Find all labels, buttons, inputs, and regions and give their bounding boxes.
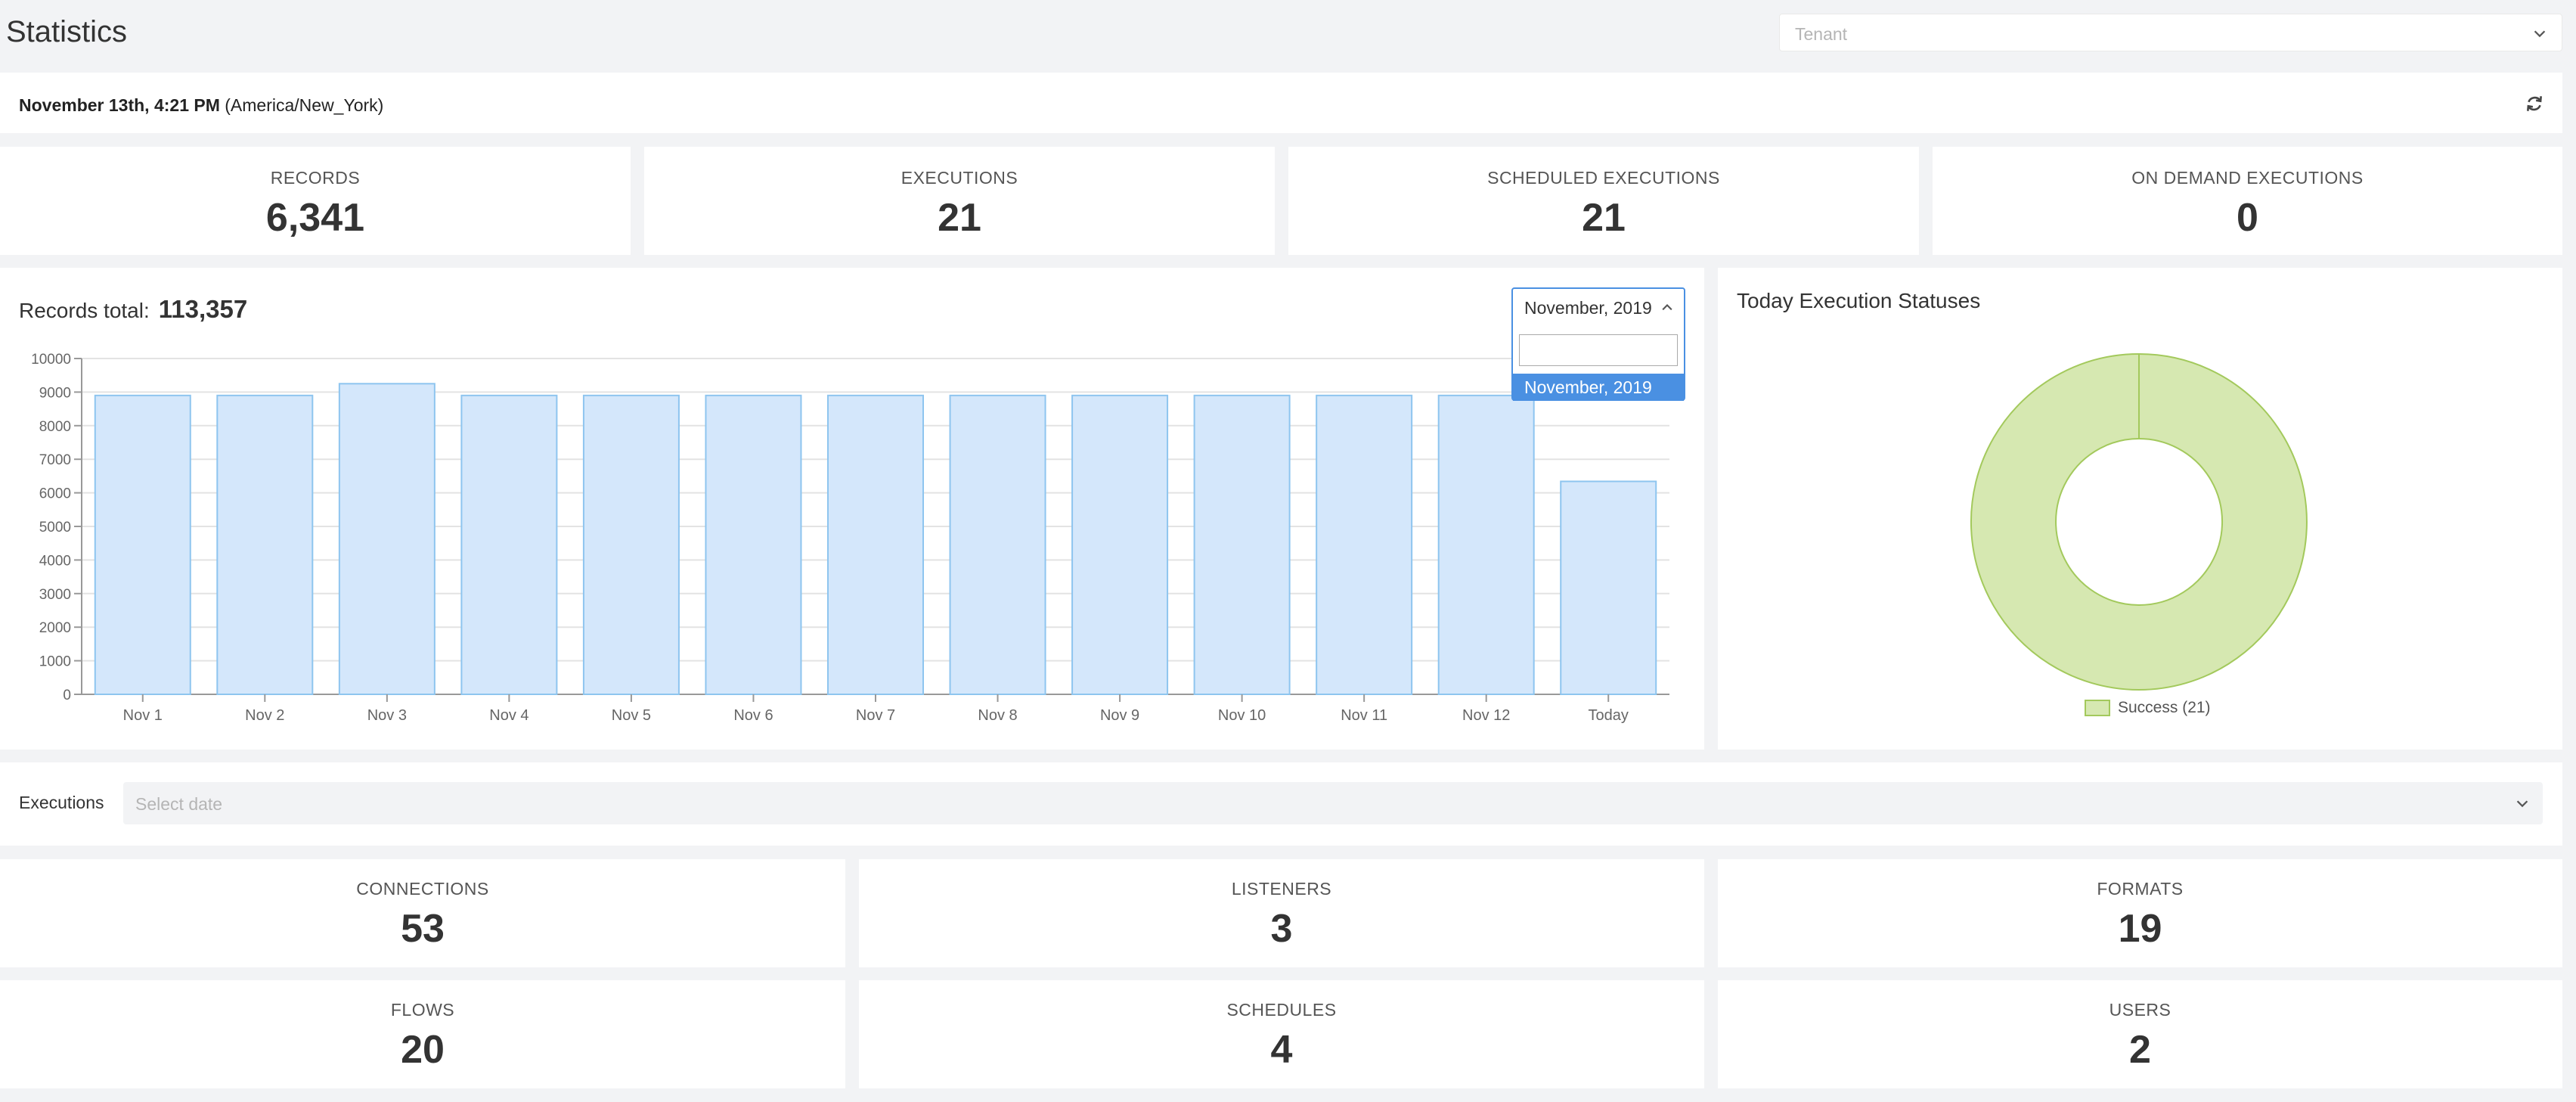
stat-value: 20	[401, 1028, 445, 1072]
bar	[1316, 394, 1413, 695]
records-bar-chart: 0 1000 2000 3000 4000 5000 6000 7000 8000 9000 100…	[31, 352, 1669, 724]
bar	[216, 394, 314, 695]
bar	[827, 394, 924, 695]
y-tick-label: 2000	[39, 620, 71, 636]
stat-label: ON DEMAND EXECUTIONS	[2131, 168, 2364, 188]
executions-date-placeholder: Select date	[135, 794, 223, 814]
x-tick-label: Nov 10	[1218, 707, 1266, 724]
bar	[94, 394, 191, 695]
x-tick-label: Nov 11	[1341, 707, 1387, 724]
bar	[582, 394, 680, 695]
bar	[1560, 480, 1657, 695]
month-search-input[interactable]	[1519, 334, 1678, 366]
stat-users: USERS 2	[1718, 980, 2562, 1088]
y-tick-label: 3000	[39, 587, 71, 603]
x-tick-label: Nov 2	[245, 707, 284, 724]
y-tick-label: 5000	[39, 520, 71, 535]
stat-value: 0	[2237, 196, 2258, 240]
stat-value: 21	[1582, 196, 1626, 240]
stat-label: FLOWS	[390, 1000, 455, 1020]
executions-date-select[interactable]: Select date	[123, 782, 2543, 824]
x-tick-label: Nov 4	[489, 707, 529, 724]
stat-records: RECORDS 6,341	[0, 147, 631, 255]
stat-schedules: SCHEDULES 4	[859, 980, 1704, 1088]
y-tick-label: 7000	[39, 452, 71, 468]
bar	[1193, 394, 1291, 695]
chevron-down-icon	[2534, 30, 2546, 38]
executions-bar: Executions Select date	[0, 762, 2562, 846]
month-option[interactable]: November, 2019	[1513, 374, 1684, 401]
execution-status-card: Today Execution Statuses Success (21)	[1718, 268, 2562, 750]
date-text: November 13th, 4:21 PM	[19, 95, 220, 115]
stat-label: SCHEDULES	[1226, 1000, 1337, 1020]
stat-value: 53	[401, 907, 445, 951]
x-tick-label: Nov 3	[367, 707, 407, 724]
chevron-down-icon	[2516, 800, 2528, 808]
bar	[1071, 394, 1169, 695]
y-tick-label: 6000	[39, 486, 71, 502]
stat-value: 4	[1270, 1028, 1293, 1072]
bar	[1437, 394, 1535, 695]
stat-value: 2	[2129, 1028, 2151, 1072]
legend-label-success: Success (21)	[2118, 699, 2211, 716]
refresh-icon[interactable]	[2525, 94, 2544, 113]
stat-listeners: LISTENERS 3	[859, 859, 1704, 967]
legend-swatch-success	[2085, 700, 2110, 716]
x-tick-label: Today	[1589, 707, 1629, 724]
y-tick-label: 0	[63, 688, 71, 703]
stat-label: USERS	[2109, 1000, 2171, 1020]
stat-value: 3	[1270, 907, 1293, 951]
bar	[460, 394, 558, 695]
tenant-placeholder: Tenant	[1795, 24, 1848, 44]
y-tick-label: 9000	[39, 385, 71, 401]
stat-label: SCHEDULED EXECUTIONS	[1487, 168, 1720, 188]
timezone-text: (America/New_York)	[225, 95, 384, 115]
x-tick-label: Nov 8	[978, 707, 1017, 724]
y-tick-label: 8000	[39, 419, 71, 435]
x-tick-label: Nov 9	[1100, 707, 1139, 724]
page-title: Statistics	[6, 15, 128, 48]
bar	[949, 394, 1046, 695]
stat-formats: FORMATS 19	[1718, 859, 2562, 967]
x-tick-label: Nov 6	[733, 707, 773, 724]
execution-status-donut	[1970, 353, 2308, 691]
stat-label: LISTENERS	[1231, 879, 1332, 899]
stat-connections: CONNECTIONS 53	[0, 859, 845, 967]
stat-flows: FLOWS 20	[0, 980, 845, 1088]
y-tick-label: 10000	[31, 352, 71, 368]
x-tick-label: Nov 1	[123, 707, 163, 724]
current-datetime: November 13th, 4:21 PM (America/New_York…	[19, 95, 383, 116]
stat-on-demand-executions: ON DEMAND EXECUTIONS 0	[1933, 147, 2562, 255]
date-bar: November 13th, 4:21 PM (America/New_York…	[0, 73, 2562, 133]
y-tick-label: 1000	[39, 654, 71, 670]
stat-label: CONNECTIONS	[356, 879, 489, 899]
stat-label: EXECUTIONS	[901, 168, 1018, 188]
tenant-select[interactable]: Tenant	[1779, 14, 2562, 51]
bar	[338, 383, 436, 696]
x-tick-label: Nov 12	[1462, 707, 1510, 724]
stat-value: 6,341	[265, 196, 365, 240]
stat-label: FORMATS	[2097, 879, 2184, 899]
stat-label: RECORDS	[270, 168, 361, 188]
y-tick-label: 4000	[39, 553, 71, 569]
stat-executions: EXECUTIONS 21	[644, 147, 1275, 255]
stat-value: 21	[938, 196, 981, 240]
month-select-value: November, 2019	[1524, 298, 1652, 318]
stat-scheduled-executions: SCHEDULED EXECUTIONS 21	[1288, 147, 1919, 255]
chevron-up-icon	[1662, 304, 1672, 311]
x-tick-label: Nov 7	[856, 707, 895, 724]
x-tick-label: Nov 5	[612, 707, 651, 724]
pie-legend: Success (21)	[2085, 699, 2211, 717]
records-chart-card: Records total: 113,357 0 1000 2000 3000 4000 5…	[0, 268, 1704, 750]
executions-label: Executions	[19, 793, 104, 812]
month-select[interactable]: November, 2019 November, 2019	[1511, 287, 1685, 401]
stat-value: 19	[2118, 907, 2162, 951]
bar	[705, 394, 802, 695]
